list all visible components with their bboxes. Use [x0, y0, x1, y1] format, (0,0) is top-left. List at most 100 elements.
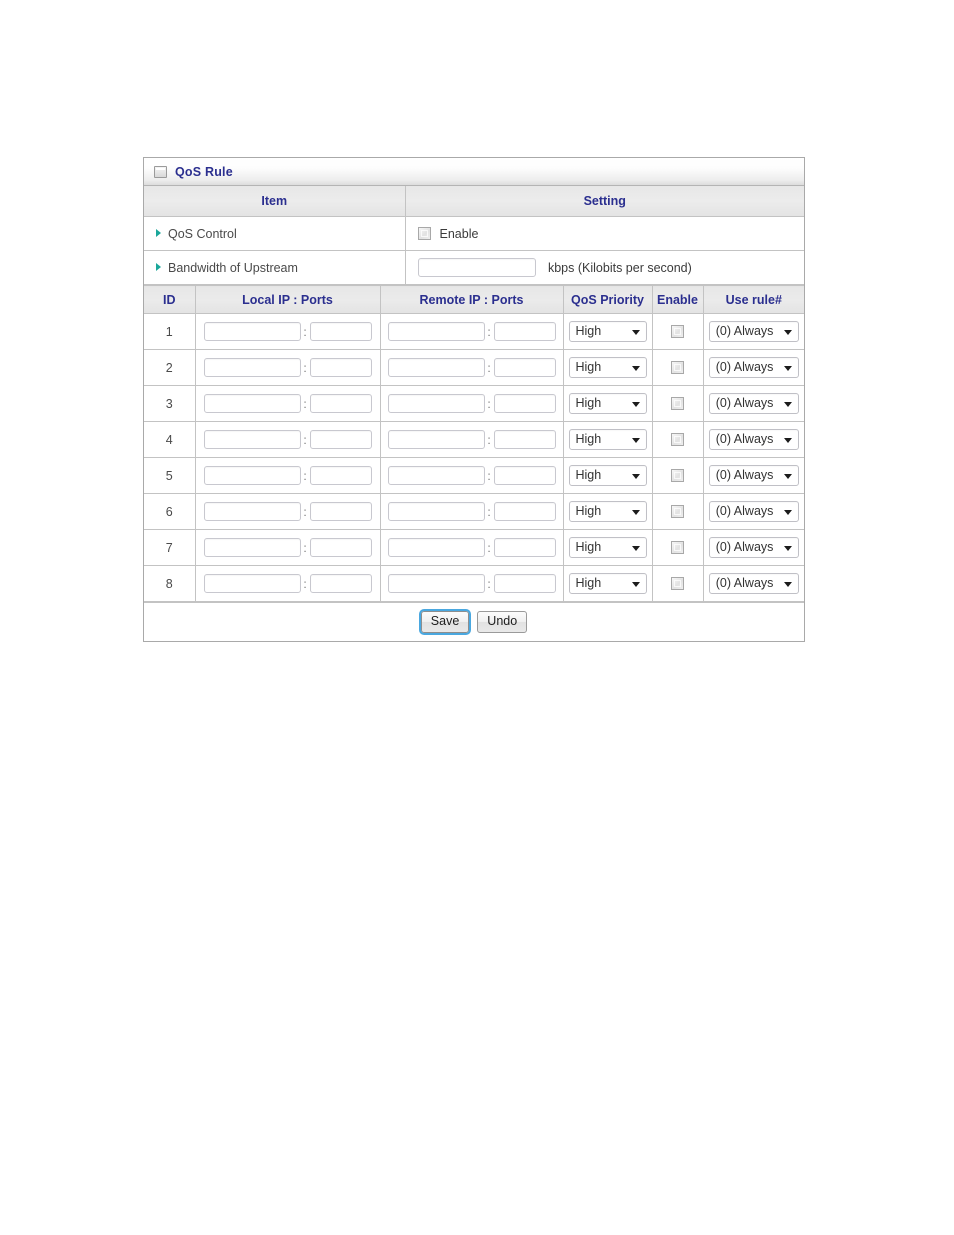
settings-table: Item Setting QoS Control Enable Bandwidt…	[144, 186, 804, 285]
local-ip-input[interactable]	[203, 466, 301, 485]
local-port-input[interactable]	[309, 574, 372, 593]
qos-priority-cell: High	[562, 349, 653, 386]
bandwidth-unit-label: kbps (Kilobits per second)	[547, 260, 692, 275]
column-header-enable: Enable	[651, 285, 704, 314]
remote-ip-ports-cell: :	[379, 457, 564, 494]
qos-priority-select[interactable]: High	[568, 393, 647, 414]
bullet-arrow-icon	[156, 262, 161, 271]
chevron-down-icon	[783, 509, 792, 515]
rule-enable-checkbox[interactable]	[671, 504, 684, 518]
ip-port-separator: :	[487, 360, 491, 375]
rule-id-cell: 2	[144, 349, 196, 386]
local-port-input[interactable]	[309, 322, 372, 341]
ip-port-separator: :	[487, 396, 491, 411]
bandwidth-upstream-label: Bandwidth of Upstream	[168, 260, 298, 275]
qos-priority-cell: High	[562, 493, 653, 530]
local-port-input[interactable]	[309, 430, 372, 449]
rule-id-cell: 8	[144, 565, 196, 602]
chevron-down-icon	[631, 509, 640, 515]
qos-control-enable-checkbox[interactable]	[417, 226, 431, 240]
local-ip-input[interactable]	[203, 430, 301, 449]
chevron-down-icon	[631, 365, 640, 371]
remote-ip-input[interactable]	[387, 502, 485, 521]
remote-ip-ports-cell: :	[379, 349, 564, 386]
qos-rules-table: ID Local IP : Ports Remote IP : Ports Qo…	[144, 285, 804, 602]
remote-port-input[interactable]	[493, 538, 556, 557]
remote-ip-input[interactable]	[387, 394, 485, 413]
column-header-remote-ip-ports: Remote IP : Ports	[379, 285, 564, 314]
rules-body: 1:: High (0) Always 2:: High (0) Always 3:: Hig…	[144, 313, 804, 602]
remote-port-input[interactable]	[493, 394, 556, 413]
table-row: 6:: High (0) Always	[144, 493, 804, 530]
enable-cell	[651, 349, 704, 386]
remote-ip-input[interactable]	[387, 466, 485, 485]
local-ip-input[interactable]	[203, 574, 301, 593]
table-row: 7:: High (0) Always	[144, 529, 804, 566]
qos-priority-select[interactable]: High	[568, 429, 647, 450]
local-ip-input[interactable]	[203, 358, 301, 377]
local-ip-input[interactable]	[203, 502, 301, 521]
chevron-down-icon	[631, 545, 640, 551]
chevron-down-icon	[783, 437, 792, 443]
ip-port-separator: :	[487, 468, 491, 483]
local-ip-ports-cell: :	[194, 457, 381, 494]
remote-ip-input[interactable]	[387, 322, 485, 341]
enable-cell	[651, 421, 704, 458]
remote-port-input[interactable]	[493, 358, 556, 377]
use-rule-select[interactable]: (0) Always	[708, 465, 799, 486]
remote-port-input[interactable]	[493, 502, 556, 521]
use-rule-select[interactable]: (0) Always	[708, 501, 799, 522]
minimize-square-icon[interactable]	[154, 165, 167, 178]
local-port-input[interactable]	[309, 394, 372, 413]
qos-control-enable-label: Enable	[439, 226, 479, 241]
local-port-input[interactable]	[309, 358, 372, 377]
qos-priority-select[interactable]: High	[568, 573, 647, 594]
bandwidth-upstream-row: Bandwidth of Upstream kbps (Kilobits per…	[144, 250, 804, 285]
bandwidth-upstream-value-cell: kbps (Kilobits per second)	[404, 250, 804, 285]
local-ip-input[interactable]	[203, 394, 301, 413]
use-rule-select[interactable]: (0) Always	[708, 357, 799, 378]
qos-priority-select[interactable]: High	[568, 501, 647, 522]
local-port-input[interactable]	[309, 502, 372, 521]
use-rule-select[interactable]: (0) Always	[708, 537, 799, 558]
local-ip-ports-cell: :	[194, 421, 381, 458]
qos-priority-select[interactable]: High	[568, 321, 647, 342]
remote-ip-input[interactable]	[387, 574, 485, 593]
remote-ip-input[interactable]	[387, 358, 485, 377]
undo-button[interactable]: Undo	[477, 611, 528, 633]
table-row: 3:: High (0) Always	[144, 385, 804, 422]
save-button[interactable]: Save	[418, 609, 472, 635]
remote-ip-input[interactable]	[387, 430, 485, 449]
rule-enable-checkbox[interactable]	[671, 432, 684, 446]
chevron-down-icon	[631, 437, 640, 443]
bandwidth-upstream-input[interactable]	[417, 258, 536, 277]
remote-ip-input[interactable]	[387, 538, 485, 557]
rule-enable-checkbox[interactable]	[671, 576, 684, 590]
enable-cell	[651, 457, 704, 494]
rule-enable-checkbox[interactable]	[671, 396, 684, 410]
rule-id-cell: 4	[144, 421, 196, 458]
rule-enable-checkbox[interactable]	[671, 468, 684, 482]
remote-port-input[interactable]	[493, 574, 556, 593]
panel-titlebar: QoS Rule	[144, 158, 804, 186]
local-ip-input[interactable]	[203, 538, 301, 557]
qos-priority-cell: High	[562, 565, 653, 602]
qos-priority-select[interactable]: High	[568, 357, 647, 378]
qos-priority-select[interactable]: High	[568, 465, 647, 486]
use-rule-select[interactable]: (0) Always	[708, 573, 799, 594]
remote-port-input[interactable]	[493, 322, 556, 341]
rule-enable-checkbox[interactable]	[671, 540, 684, 554]
local-ip-input[interactable]	[203, 322, 301, 341]
rule-enable-checkbox[interactable]	[671, 360, 684, 374]
use-rule-select[interactable]: (0) Always	[708, 429, 799, 450]
qos-priority-select[interactable]: High	[568, 537, 647, 558]
local-port-input[interactable]	[309, 466, 372, 485]
use-rule-cell: (0) Always	[702, 565, 804, 602]
remote-port-input[interactable]	[493, 466, 556, 485]
local-port-input[interactable]	[309, 538, 372, 557]
rule-enable-checkbox[interactable]	[671, 324, 684, 338]
column-header-local-ip-ports: Local IP : Ports	[194, 285, 381, 314]
use-rule-select[interactable]: (0) Always	[708, 393, 799, 414]
use-rule-select[interactable]: (0) Always	[708, 321, 799, 342]
remote-port-input[interactable]	[493, 430, 556, 449]
